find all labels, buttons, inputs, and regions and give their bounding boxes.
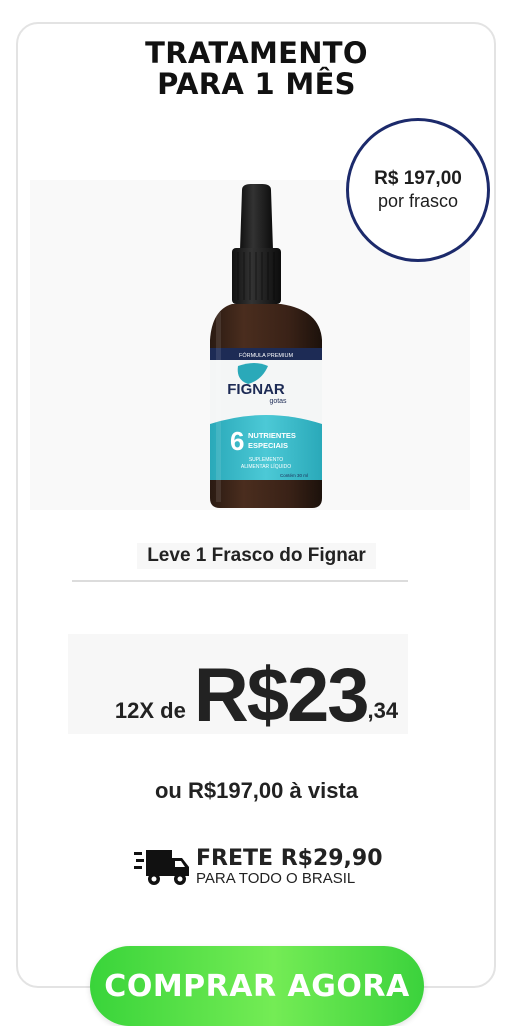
installment-amount: R$23 — [193, 653, 370, 738]
cash-price: ou R$197,00 à vista — [154, 778, 358, 803]
label-brand: FIGNAR — [227, 381, 285, 398]
price-per-bottle-badge: R$ 197,00 por frasco — [346, 118, 490, 262]
shipping-info: FRETE R$29,90 PARA TODO O BRASIL — [134, 846, 383, 888]
divider — [72, 580, 408, 582]
offer-title: TRATAMENTO PARA 1 MÊS — [0, 38, 513, 100]
product-caption-wrap: Leve 1 Frasco do Fignar — [0, 543, 513, 569]
label-nutrients: NUTRIENTES — [248, 431, 296, 440]
badge-price: R$ 197,00 — [374, 168, 462, 189]
installment-cents: ,34 — [367, 698, 399, 723]
offer-title-line1: TRATAMENTO — [145, 36, 368, 70]
label-number: 6 — [230, 426, 244, 456]
installment-prefix: 12X de — [114, 698, 186, 723]
offer-title-line2: PARA 1 MÊS — [157, 67, 356, 101]
label-sub: gotas — [269, 398, 287, 405]
buy-now-button[interactable]: COMPRAR AGORA — [90, 946, 424, 1026]
label-supplement-2: ALIMENTAR LÍQUIDO — [241, 463, 291, 470]
shipping-title: FRETE R$29,90 — [196, 846, 383, 871]
installment-price: 12X de R$23 ,34 — [0, 656, 513, 736]
label-supplement-1: SUPLEMENTO — [249, 457, 283, 463]
shipping-text: FRETE R$29,90 PARA TODO O BRASIL — [196, 847, 383, 887]
label-volume: Contém 30 ml — [280, 473, 308, 478]
truck-icon — [134, 850, 189, 885]
label-top-band: FÓRMULA PREMIUM — [239, 352, 294, 359]
label-special: ESPECIAIS — [248, 441, 288, 450]
shipping-subtitle: PARA TODO O BRASIL — [196, 870, 356, 887]
product-caption: Leve 1 Frasco do Fignar — [137, 543, 376, 569]
badge-unit: por frasco — [377, 191, 459, 211]
